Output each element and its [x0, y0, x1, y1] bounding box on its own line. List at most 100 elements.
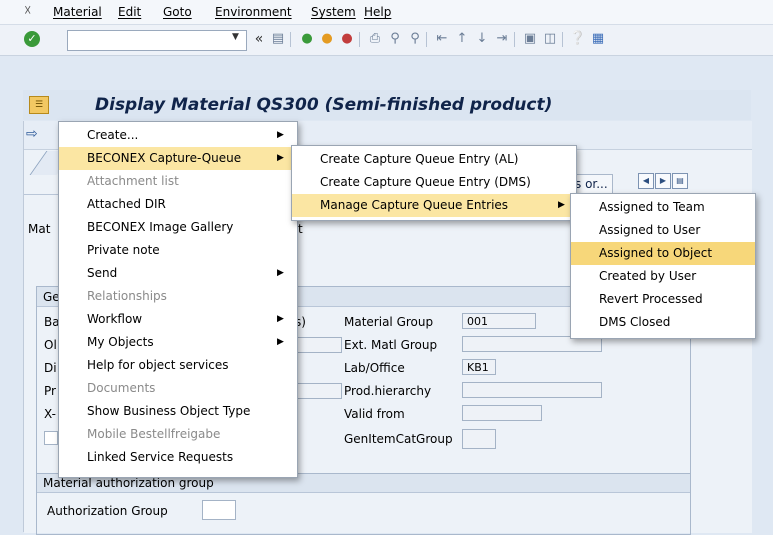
menu-item-label: Assigned to Object	[599, 246, 713, 260]
menu-item-label: Workflow	[87, 312, 143, 326]
cancel-icon[interactable]: ●	[338, 30, 356, 48]
menu-item-beconex-capture-queue[interactable]: BECONEX Capture-Queue ▶	[59, 147, 297, 170]
back-icon[interactable]: ●	[298, 30, 316, 48]
last-page-icon[interactable]: ⇥	[493, 30, 511, 48]
submenu-arrow-icon: ▶	[277, 153, 284, 163]
command-field[interactable]	[67, 30, 247, 51]
capture-queue-submenu: Create Capture Queue Entry (AL) Create C…	[291, 145, 577, 221]
additional-data-arrow-icon[interactable]: ⇨	[26, 126, 38, 142]
menu-item-relationships[interactable]: Relationships	[59, 285, 297, 308]
new-session-icon[interactable]: ▣	[521, 30, 539, 48]
object-services-icon[interactable]: ☰	[29, 96, 49, 114]
menu-item-beconex-image-gallery[interactable]: BECONEX Image Gallery	[59, 216, 297, 239]
menu-item-dms-closed[interactable]: DMS Closed	[571, 311, 755, 334]
menu-bar: ☓ Material Edit Goto Environment System …	[0, 0, 773, 25]
menu-item-label: Attached DIR	[87, 197, 166, 211]
valid-from-field[interactable]	[462, 405, 542, 421]
previous-page-icon[interactable]: ↑	[453, 30, 471, 48]
menu-item-label: Mobile Bestellfreigabe	[87, 427, 221, 441]
exit-icon[interactable]: ●	[318, 30, 336, 48]
menu-item-label: BECONEX Image Gallery	[87, 220, 234, 234]
menu-item-workflow[interactable]: Workflow ▶	[59, 308, 297, 331]
authorization-group-field[interactable]	[202, 500, 236, 520]
menu-item-attachment-list[interactable]: Attachment list	[59, 170, 297, 193]
menu-item-label: Create...	[87, 128, 139, 142]
menu-item-attached-dir[interactable]: Attached DIR	[59, 193, 297, 216]
submenu-arrow-icon: ▶	[277, 337, 284, 347]
menu-item-private-note[interactable]: Private note	[59, 239, 297, 262]
toolbar-separator	[426, 32, 427, 47]
tab-scroll-left-icon[interactable]: ◀	[638, 173, 654, 189]
lab-office-label: Lab/Office	[344, 361, 405, 375]
valid-from-label: Valid from	[344, 407, 405, 421]
menu-material[interactable]: Material	[53, 5, 102, 19]
product-allocation-label: Pr	[44, 384, 56, 398]
customize-layout-icon[interactable]: ▦	[589, 30, 607, 48]
title-bar: ☰ Display Material QS300 (Semi-finished …	[23, 90, 751, 120]
save-icon[interactable]: ▤	[269, 30, 287, 48]
product-allocation-field[interactable]	[294, 383, 342, 399]
prod-hierarchy-field[interactable]	[462, 382, 602, 398]
menu-item-label: My Objects	[87, 335, 154, 349]
menu-item-label: Linked Service Requests	[87, 450, 234, 464]
menu-item-label: Show Business Object Type	[87, 404, 251, 418]
menu-item-label: Create Capture Queue Entry (DMS)	[320, 175, 531, 189]
menu-item-label: Assigned to Team	[599, 200, 705, 214]
command-dropdown-icon[interactable]: ▼	[232, 32, 239, 42]
print-icon[interactable]: ⎙	[366, 30, 384, 48]
menu-item-created-by-user[interactable]: Created by User	[571, 265, 755, 288]
app-menu-icon[interactable]: ☓	[24, 3, 31, 19]
menu-item-help-object-services[interactable]: Help for object services	[59, 354, 297, 377]
menu-item-assigned-to-object[interactable]: Assigned to Object	[571, 242, 755, 265]
next-page-icon[interactable]: ↓	[473, 30, 491, 48]
menu-item-label: Documents	[87, 381, 156, 395]
menu-item-linked-service-requests[interactable]: Linked Service Requests	[59, 446, 297, 469]
menu-item-create-capture-queue-al[interactable]: Create Capture Queue Entry (AL)	[292, 148, 576, 171]
menu-item-send[interactable]: Send ▶	[59, 262, 297, 285]
back-arrow-icon[interactable]: «	[250, 30, 268, 48]
menu-system[interactable]: System	[311, 5, 356, 19]
menu-item-revert-processed[interactable]: Revert Processed	[571, 288, 755, 311]
menu-edit[interactable]: Edit	[118, 5, 141, 19]
find-icon[interactable]: ⚲	[386, 30, 404, 48]
menu-item-show-business-object-type[interactable]: Show Business Object Type	[59, 400, 297, 423]
menu-item-create-capture-queue-dms[interactable]: Create Capture Queue Entry (DMS)	[292, 171, 576, 194]
toolbar-separator	[359, 32, 360, 47]
ext-matl-group-label: Ext. Matl Group	[344, 338, 438, 352]
toolbar-separator	[290, 32, 291, 47]
menu-goto[interactable]: Goto	[163, 5, 192, 19]
first-page-icon[interactable]: ⇤	[433, 30, 451, 48]
menu-environment[interactable]: Environment	[215, 5, 292, 19]
menu-help[interactable]: Help	[364, 5, 391, 19]
material-group-field[interactable]: 001	[462, 313, 536, 329]
shortcut-icon[interactable]: ◫	[541, 30, 559, 48]
object-services-menu: Create... ▶ BECONEX Capture-Queue ▶ Attach…	[58, 121, 298, 478]
tab-scroll-right-icon[interactable]: ▶	[655, 173, 671, 189]
menu-item-label: Created by User	[599, 269, 697, 283]
menu-item-label: DMS Closed	[599, 315, 671, 329]
menu-item-mobile-bestellfreigabe[interactable]: Mobile Bestellfreigabe	[59, 423, 297, 446]
menu-item-documents[interactable]: Documents	[59, 377, 297, 400]
lab-office-field[interactable]: KB1	[462, 359, 496, 375]
gen-item-cat-group-label: GenItemCatGroup	[344, 432, 453, 446]
old-material-label: Ol	[44, 338, 57, 352]
menu-item-manage-capture-queue-entries[interactable]: Manage Capture Queue Entries ▶	[292, 194, 576, 217]
menu-item-assigned-to-team[interactable]: Assigned to Team	[571, 196, 755, 219]
page-title: Display Material QS300 (Semi-finished pr…	[95, 95, 553, 115]
submenu-arrow-icon: ▶	[277, 314, 284, 324]
find-next-icon[interactable]: ⚲	[406, 30, 424, 48]
tab-list-icon[interactable]: ▤	[672, 173, 688, 189]
menu-item-label: Attachment list	[87, 174, 179, 188]
gen-item-cat-group-field[interactable]	[462, 429, 496, 449]
section-title: Material authorization group	[43, 476, 214, 490]
menu-item-label: BECONEX Capture-Queue	[87, 151, 242, 165]
enter-check-icon[interactable]: ✓	[24, 31, 40, 47]
help-icon[interactable]: ❔	[569, 30, 587, 48]
menu-item-label: Relationships	[87, 289, 167, 303]
old-material-field[interactable]	[294, 337, 342, 353]
menu-item-assigned-to-user[interactable]: Assigned to User	[571, 219, 755, 242]
checkbox[interactable]	[44, 431, 58, 445]
standard-toolbar: ✓ ▼ « ▤ ● ● ● ⎙ ⚲ ⚲ ⇤ ↑ ↓ ⇥ ▣ ◫ ❔ ▦	[0, 25, 773, 56]
menu-item-create[interactable]: Create... ▶	[59, 124, 297, 147]
menu-item-my-objects[interactable]: My Objects ▶	[59, 331, 297, 354]
